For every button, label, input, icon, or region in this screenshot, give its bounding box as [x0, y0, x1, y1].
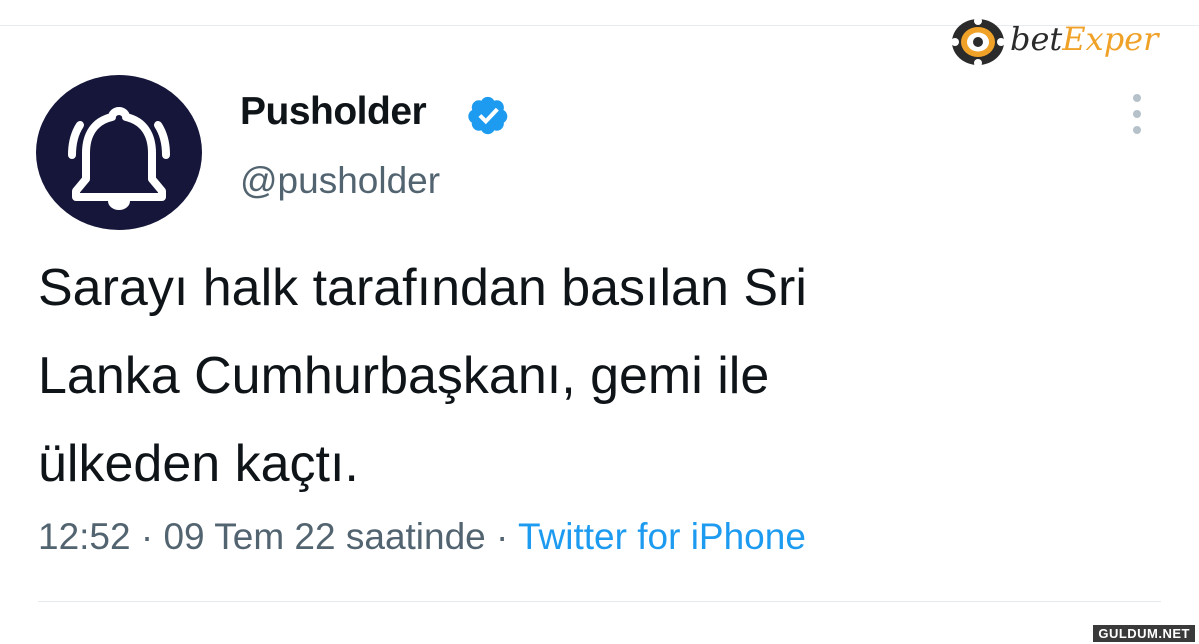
meta-separator: · [496, 516, 509, 557]
tweet-text-line: ülkeden kaçtı. [38, 435, 359, 493]
user-handle[interactable]: @pusholder [240, 160, 440, 202]
poker-chip-icon [951, 17, 1005, 67]
meta-separator: · [140, 516, 154, 557]
more-options-button[interactable] [1124, 94, 1150, 134]
brand-wordmark: betExper [1010, 20, 1158, 58]
display-name[interactable]: Pusholder [240, 90, 427, 134]
verified-badge-icon [468, 96, 508, 135]
brand-wordmark-bet: bet [1010, 20, 1063, 58]
tweet-meta: 12:52 · 09 Tem 22 saatinde · Twitter for… [38, 516, 806, 558]
tweet-date[interactable]: 09 Tem 22 saatinde [163, 516, 485, 557]
bell-icon [68, 107, 170, 210]
tweet-source-link[interactable]: Twitter for iPhone [518, 516, 806, 557]
tweet-text: Sarayı halk tarafından basılan Sri Lanka… [38, 244, 1038, 508]
brand-logo: betExper [950, 16, 1165, 68]
tweet-time[interactable]: 12:52 [38, 516, 131, 557]
site-watermark: GULDUM.NET [1093, 625, 1195, 642]
tweet-text-line: Sarayı halk tarafından basılan Sri [38, 259, 807, 317]
bottom-divider [38, 601, 1161, 602]
tweet-text-line: Lanka Cumhurbaşkanı, gemi ile [38, 347, 770, 405]
profile-avatar[interactable] [36, 75, 202, 230]
brand-wordmark-exper: Exper [1062, 20, 1159, 58]
